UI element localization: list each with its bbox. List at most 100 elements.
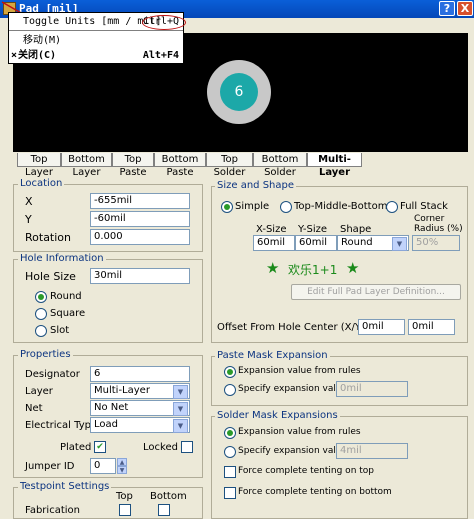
paste-specify-label: Specify expansion value: [238, 384, 348, 394]
offset-y-field[interactable]: 0mil: [408, 319, 455, 335]
menu-item-label: Toggle Units [mm / mil]: [23, 16, 162, 27]
hole-size-field[interactable]: 30mil: [90, 268, 190, 284]
close-window-button[interactable]: X: [457, 1, 473, 16]
menu-item-shortcut: Alt+F4: [142, 50, 179, 61]
system-menu: Toggle Units [mm / mil] Ctrl+Q 移动(M) × 关…: [8, 12, 186, 64]
paste-rules-radio[interactable]: [224, 366, 236, 378]
electrical-type-label: Electrical Type: [25, 420, 98, 431]
highlight-ellipse: [142, 15, 186, 30]
offset-label: Offset From Hole Center (X/Y): [217, 322, 365, 333]
fabrication-bottom-checkbox[interactable]: [158, 504, 170, 516]
tab-top-solder[interactable]: Top Solder: [206, 153, 253, 178]
corner-radius-header: Corner Radius (%): [414, 214, 463, 234]
rotation-field[interactable]: 0.000: [90, 229, 190, 245]
tab-top-paste[interactable]: Top Paste: [112, 153, 154, 178]
overlay-text: 欢乐1+1: [288, 263, 338, 277]
hole-size-label: Hole Size: [25, 270, 76, 283]
chevron-down-icon[interactable]: ▼: [392, 237, 407, 251]
spin-up-icon[interactable]: ▲: [117, 458, 127, 466]
designator-field[interactable]: 6: [90, 366, 190, 382]
plated-checkbox[interactable]: ✔: [94, 441, 106, 453]
pad-hole: 6: [220, 73, 258, 111]
solder-expansion-field: 4mil: [336, 443, 408, 459]
hole-round-label: Round: [50, 291, 82, 302]
tent-bottom-checkbox[interactable]: [224, 487, 236, 499]
chevron-down-icon[interactable]: ▼: [173, 419, 188, 433]
locked-checkbox[interactable]: [181, 441, 193, 453]
ysize-field[interactable]: 60mil: [295, 235, 337, 251]
menu-item-label: 移动(M): [23, 35, 62, 46]
hole-slot-radio[interactable]: [35, 325, 47, 337]
net-select[interactable]: No Net ▼: [90, 400, 190, 416]
testpoint-bottom-label: Bottom: [150, 491, 187, 502]
jumper-id-field[interactable]: 0: [90, 458, 116, 474]
testpoint-title: Testpoint Settings: [18, 481, 112, 493]
net-label: Net: [25, 403, 43, 414]
hole-round-radio[interactable]: [35, 291, 47, 303]
tent-top-label: Force complete tenting on top: [238, 466, 375, 476]
hole-square-radio[interactable]: [35, 308, 47, 320]
tent-bottom-label: Force complete tenting on bottom: [238, 487, 392, 497]
simple-radio[interactable]: [221, 201, 233, 213]
full-stack-radio[interactable]: [386, 201, 398, 213]
location-title: Location: [18, 178, 65, 190]
close-icon: ×: [11, 50, 18, 61]
tab-multi-layer[interactable]: Multi-Layer: [307, 153, 362, 178]
designator-label: Designator: [25, 369, 80, 380]
tent-top-checkbox[interactable]: [224, 466, 236, 478]
tab-bottom-solder[interactable]: Bottom Solder: [253, 153, 307, 178]
hole-slot-label: Slot: [50, 325, 70, 336]
chevron-down-icon[interactable]: ▼: [173, 402, 188, 416]
electrical-type-select-value: Load: [94, 419, 118, 430]
paste-expansion-field: 0mil: [336, 381, 408, 397]
star-icon: ★: [266, 259, 280, 277]
simple-label: Simple: [235, 201, 270, 212]
net-select-value: No Net: [94, 402, 129, 413]
x-label: X: [25, 195, 33, 208]
menu-item-close[interactable]: × 关闭(C) Alt+F4: [9, 49, 183, 63]
paste-rules-label: Expansion value from rules: [238, 366, 361, 376]
star-icon: ★: [346, 259, 360, 277]
edit-full-pad-layer-button[interactable]: Edit Full Pad Layer Definition...: [291, 284, 461, 300]
plated-label: Plated: [60, 442, 92, 453]
chevron-down-icon[interactable]: ▼: [173, 385, 188, 399]
rotation-label: Rotation: [25, 231, 72, 244]
menu-item-label: 关闭(C): [18, 50, 57, 61]
size-shape-title: Size and Shape: [215, 180, 297, 192]
paste-mask-title: Paste Mask Expansion: [215, 350, 330, 362]
tab-bottom-paste[interactable]: Bottom Paste: [154, 153, 206, 178]
hole-info-title: Hole Information: [18, 253, 106, 265]
menu-separator: [9, 30, 183, 31]
paste-specify-radio[interactable]: [224, 384, 236, 396]
layer-select-value: Multi-Layer: [94, 385, 150, 396]
layer-label: Layer: [25, 386, 53, 397]
solder-rules-radio[interactable]: [224, 427, 236, 439]
offset-x-field[interactable]: 0mil: [358, 319, 405, 335]
help-button[interactable]: ?: [439, 1, 455, 16]
solder-mask-title: Solder Mask Expansions: [215, 410, 340, 422]
properties-title: Properties: [18, 349, 73, 361]
solder-specify-label: Specify expansion value: [238, 446, 348, 456]
tab-top-layer[interactable]: Top Layer: [17, 153, 61, 178]
spin-down-icon[interactable]: ▼: [117, 466, 127, 474]
x-field[interactable]: -655mil: [90, 193, 190, 209]
y-field[interactable]: -60mil: [90, 211, 190, 227]
locked-label: Locked: [143, 442, 178, 453]
solder-specify-radio[interactable]: [224, 446, 236, 458]
top-middle-bottom-label: Top-Middle-Bottom: [294, 201, 388, 212]
hole-square-label: Square: [50, 308, 86, 319]
top-middle-bottom-radio[interactable]: [280, 201, 292, 213]
menu-item-move[interactable]: 移动(M): [9, 34, 183, 48]
tab-bottom-layer[interactable]: Bottom Layer: [61, 153, 112, 178]
jumper-id-label: Jumper ID: [25, 461, 75, 472]
shape-select-value: Round: [341, 237, 373, 248]
shape-select[interactable]: Round ▼: [337, 235, 409, 251]
fabrication-top-checkbox[interactable]: [119, 504, 131, 516]
y-label: Y: [25, 213, 32, 226]
layer-select[interactable]: Multi-Layer ▼: [90, 383, 190, 399]
solder-rules-label: Expansion value from rules: [238, 427, 361, 437]
testpoint-top-label: Top: [116, 491, 133, 502]
electrical-type-select[interactable]: Load ▼: [90, 417, 190, 433]
full-stack-label: Full Stack: [400, 201, 448, 212]
xsize-field[interactable]: 60mil: [253, 235, 295, 251]
